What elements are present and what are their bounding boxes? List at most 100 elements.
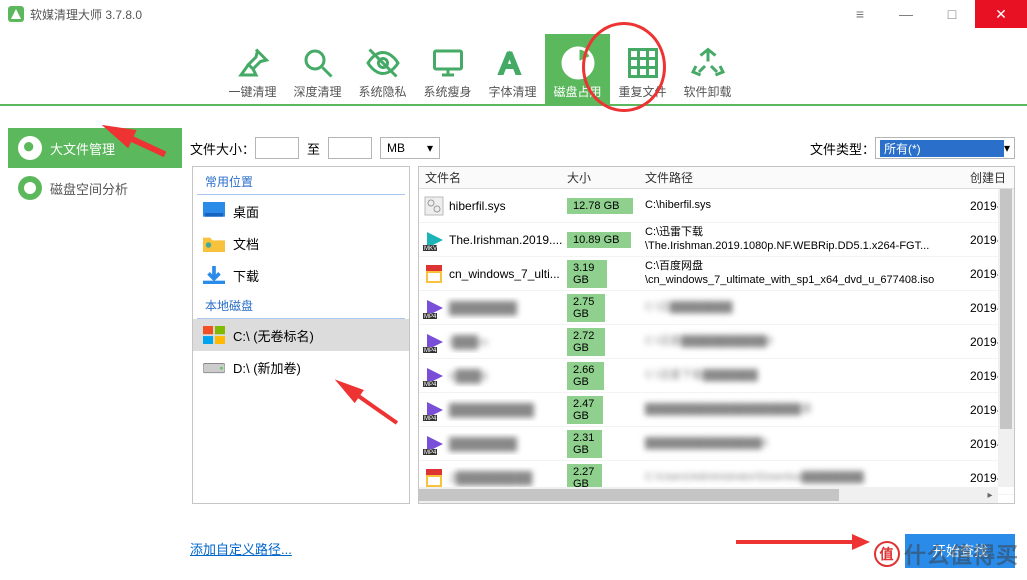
file-name-cell: 2█████████: [419, 467, 567, 489]
toolbar-font[interactable]: A字体清理: [480, 34, 545, 104]
file-table-header: 文件名 大小 文件路径 创建日: [419, 167, 1014, 189]
file-panel: 文件名 大小 文件路径 创建日 hiberfil.sys12.78 GBC:\h…: [418, 166, 1015, 504]
size-min-input[interactable]: [255, 137, 299, 159]
file-size-cell: 2.75 GB: [567, 294, 645, 322]
window-buttons: ≡ — □ ✕: [837, 0, 1027, 28]
col-filename[interactable]: 文件名: [419, 169, 567, 186]
col-date[interactable]: 创建日: [970, 169, 1014, 186]
font-icon: A: [493, 43, 533, 83]
to-label: 至: [307, 139, 320, 158]
location-panel: 常用位置桌面文档下载本地磁盘C:\ (无卷标名)D:\ (新加卷): [192, 166, 410, 504]
win-icon: [203, 326, 225, 344]
mp4-icon: MP4: [423, 433, 445, 455]
svg-text:MKV: MKV: [424, 246, 437, 251]
maximize-button[interactable]: □: [929, 0, 975, 28]
file-size-cell: 10.89 GB: [567, 232, 645, 248]
chevron-down-icon: ▾: [427, 141, 433, 155]
toolbar-eye-slash[interactable]: 系统隐私: [350, 34, 415, 104]
file-path-cell: C:\迅雷下载\The.Irishman.2019.1080p.NF.WEBRi…: [645, 226, 970, 252]
svg-text:MP4: MP4: [424, 314, 437, 319]
file-name-cell: MP4████████: [419, 297, 567, 319]
iso-icon: [423, 467, 445, 489]
file-name-cell: MP4t███m: [419, 331, 567, 353]
watermark-badge-icon: 值: [874, 541, 900, 567]
settings-icon[interactable]: ≡: [837, 0, 883, 28]
app-logo-icon: [8, 6, 24, 22]
mp4-icon: MP4: [423, 331, 445, 353]
file-row[interactable]: MP4████████2.31 GB███████████████42019-1: [419, 427, 1014, 461]
file-size-cell: 2.66 GB: [567, 362, 645, 390]
mp4-icon: MP4: [423, 297, 445, 319]
magnify-user-icon: [18, 136, 42, 160]
svg-text:MP4: MP4: [424, 382, 437, 387]
file-row[interactable]: MP4tt███42.66 GBC:\迅雷下载███████2019-1: [419, 359, 1014, 393]
file-path-cell: C:\Users\Administrator\Downloa████████: [645, 471, 970, 484]
file-size-cell: 2.47 GB: [567, 396, 645, 424]
file-name-cell: MP4██████████: [419, 399, 567, 421]
file-size-cell: 2.72 GB: [567, 328, 645, 356]
drive-item[interactable]: C:\ (无卷标名): [193, 319, 409, 351]
location-download[interactable]: 下载: [193, 259, 409, 291]
toolbar-magnify[interactable]: 深度清理: [285, 34, 350, 104]
annotation-arrow-icon: [736, 540, 856, 544]
app-title: 软媒清理大师 3.7.8.0: [30, 6, 142, 23]
filetype-select[interactable]: 所有(*) ▾: [875, 137, 1015, 159]
file-path-cell: C:\迅雷███████████4: [645, 335, 970, 348]
toolbar-grid[interactable]: 重复文件: [610, 34, 675, 104]
main-toolbar: 一键清理深度清理系统隐私系统瘦身A字体清理磁盘占用重复文件软件卸载: [0, 28, 1027, 106]
horizontal-scrollbar[interactable]: [419, 487, 998, 503]
file-path-cell: C:\迅████████: [645, 301, 970, 314]
file-path-cell: C:\迅雷下载███████: [645, 369, 970, 382]
file-row[interactable]: MP4██████████2.47 GB████████████████████…: [419, 393, 1014, 427]
col-path[interactable]: 文件路径: [645, 169, 970, 186]
file-row[interactable]: MP4t███m2.72 GBC:\迅雷███████████42019-1: [419, 325, 1014, 359]
toolbar-monitor[interactable]: 系统瘦身: [415, 34, 480, 104]
close-button[interactable]: ✕: [975, 0, 1027, 28]
watermark: 值 什么值得买: [874, 538, 1019, 570]
col-size[interactable]: 大小: [567, 169, 645, 186]
eye-slash-icon: [363, 43, 403, 83]
nav-pie[interactable]: 磁盘空间分析: [8, 168, 182, 208]
file-size-cell: 12.78 GB: [567, 198, 645, 214]
side-nav: 大文件管理磁盘空间分析: [8, 128, 182, 208]
mkv-icon: MKV: [423, 229, 445, 251]
svg-text:MP4: MP4: [424, 450, 437, 455]
recycle-icon: [688, 43, 728, 83]
unit-select[interactable]: MB ▾: [380, 137, 440, 159]
add-custom-path-link[interactable]: 添加自定义路径...: [190, 539, 292, 558]
vertical-scrollbar[interactable]: [998, 189, 1014, 487]
drive-item[interactable]: D:\ (新加卷): [193, 351, 409, 383]
svg-text:MP4: MP4: [424, 416, 437, 421]
file-name-cell: MKVThe.Irishman.2019....: [419, 229, 567, 251]
hdd-icon: [203, 358, 225, 376]
location-folder-user[interactable]: 文档: [193, 227, 409, 259]
broom-icon: [233, 43, 273, 83]
folder-user-icon: [203, 234, 225, 252]
sys-icon: [423, 195, 445, 217]
pie-icon: [18, 176, 42, 200]
file-row[interactable]: hiberfil.sys12.78 GBC:\hiberfil.sys2019-…: [419, 189, 1014, 223]
minimize-button[interactable]: —: [883, 0, 929, 28]
file-row[interactable]: MKVThe.Irishman.2019....10.89 GBC:\迅雷下载\…: [419, 223, 1014, 257]
file-size-cell: 3.19 GB: [567, 260, 645, 288]
filetype-label: 文件类型：: [810, 139, 875, 158]
download-icon: [203, 266, 225, 284]
location-desktop[interactable]: 桌面: [193, 195, 409, 227]
file-row[interactable]: MP4████████2.75 GBC:\迅████████2019-1: [419, 291, 1014, 325]
toolbar-disk[interactable]: 磁盘占用: [545, 34, 610, 104]
file-size-cell: 2.31 GB: [567, 430, 645, 458]
mp4-icon: MP4: [423, 365, 445, 387]
file-path-cell: ████████████████████录: [645, 403, 970, 416]
filesize-label: 文件大小：: [190, 139, 255, 158]
title-bar: 软媒清理大师 3.7.8.0 ≡ — □ ✕: [0, 0, 1027, 28]
disk-icon: [558, 43, 598, 83]
file-path-cell: ███████████████4: [645, 437, 970, 450]
svg-text:A: A: [499, 48, 519, 81]
file-row[interactable]: cn_windows_7_ulti...3.19 GBC:\百度网盘\cn_wi…: [419, 257, 1014, 291]
toolbar-broom[interactable]: 一键清理: [220, 34, 285, 104]
toolbar-recycle[interactable]: 软件卸载: [675, 34, 740, 104]
size-max-input[interactable]: [328, 137, 372, 159]
scroll-right-icon[interactable]: ▸: [982, 487, 998, 503]
file-name-cell: hiberfil.sys: [419, 195, 567, 217]
desktop-icon: [203, 202, 225, 220]
